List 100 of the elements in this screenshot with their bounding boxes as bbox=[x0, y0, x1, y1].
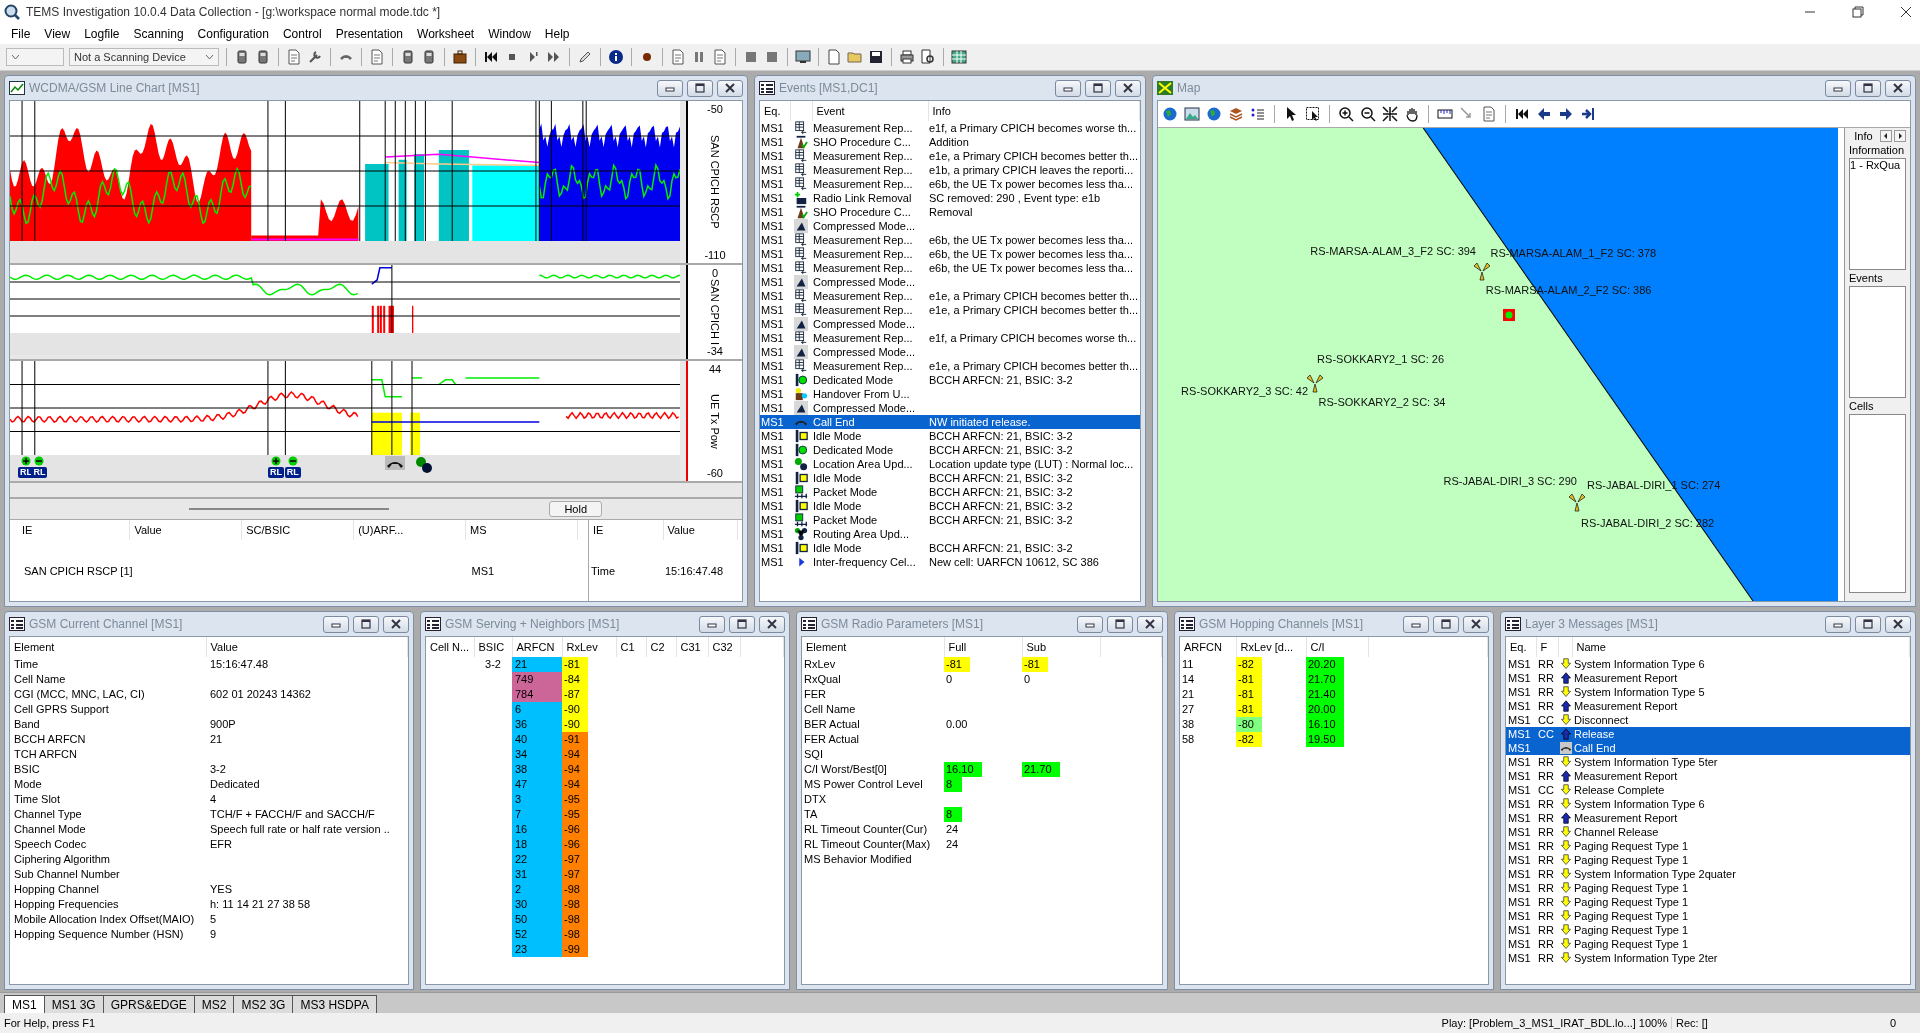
table-row[interactable]: MS1 CC Release Complete bbox=[1506, 783, 1910, 797]
table-row[interactable]: MS1 RR System Information Type 6 bbox=[1506, 797, 1910, 811]
maximize-button[interactable] bbox=[353, 615, 379, 633]
table-row[interactable]: MS1 Measurement Rep... e6b, the UE Tx power becomes less tha... bbox=[760, 233, 1140, 247]
column-header[interactable]: Value bbox=[663, 520, 738, 540]
table-row[interactable]: MS1 RR Measurement Report bbox=[1506, 699, 1910, 713]
table-row[interactable]: MS1 RR Measurement Report bbox=[1506, 811, 1910, 825]
table-row[interactable]: MS1 Compressed Mode... bbox=[760, 219, 1140, 233]
document-icon[interactable] bbox=[1481, 106, 1497, 122]
column-header[interactable]: C2 bbox=[646, 637, 676, 657]
restore-icon[interactable] bbox=[1852, 6, 1864, 18]
table-row[interactable]: MS1 RR Paging Request Type 1 bbox=[1506, 937, 1910, 951]
worksheet-tab[interactable]: MS2 bbox=[193, 995, 235, 1013]
table-row[interactable]: MS1 Measurement Rep... e1f, a Primary CPICH becomes worse th... bbox=[760, 331, 1140, 345]
menu-item[interactable]: File bbox=[4, 27, 38, 41]
table-row[interactable]: MS1 RR Paging Request Type 1 bbox=[1506, 923, 1910, 937]
phone-icon[interactable] bbox=[400, 49, 416, 65]
close-button[interactable] bbox=[383, 615, 409, 633]
table-row[interactable]: MS1 Measurement Rep... e6b, the UE Tx power becomes less tha... bbox=[760, 177, 1140, 191]
column-header[interactable]: C32 bbox=[708, 637, 740, 657]
maximize-button[interactable] bbox=[687, 79, 713, 97]
close-button[interactable] bbox=[759, 615, 785, 633]
column-header[interactable]: Value bbox=[206, 637, 408, 657]
hold-button[interactable]: Hold bbox=[549, 501, 602, 517]
column-header[interactable]: (U)ARF... bbox=[353, 520, 466, 540]
column-header[interactable]: IE bbox=[588, 520, 663, 540]
skip-forward-icon[interactable] bbox=[1580, 106, 1596, 122]
close-button[interactable] bbox=[717, 79, 743, 97]
menu-item[interactable]: Logfile bbox=[77, 27, 127, 41]
monitor-icon[interactable] bbox=[795, 49, 811, 65]
maximize-button[interactable] bbox=[729, 615, 755, 633]
column-header[interactable]: Element bbox=[10, 637, 206, 657]
worksheet-tab[interactable]: MS3 HSDPA bbox=[292, 995, 377, 1013]
table-row[interactable]: MS1 RR Paging Request Type 1 bbox=[1506, 881, 1910, 895]
arrow-right-icon[interactable] bbox=[1558, 106, 1574, 122]
column-header[interactable]: Element bbox=[802, 637, 944, 657]
table-row[interactable]: MS1 Idle Mode BCCH ARFCN: 21, BSIC: 3-2 bbox=[760, 429, 1140, 443]
menu-item[interactable]: Window bbox=[481, 27, 538, 41]
square-icon[interactable] bbox=[764, 49, 780, 65]
skip-back-icon[interactable] bbox=[483, 49, 499, 65]
column-header[interactable]: C1 bbox=[616, 637, 646, 657]
table-row[interactable]: MS1 SHO Procedure C... Addition bbox=[760, 135, 1140, 149]
table-row[interactable]: MS1 Measurement Rep... e1e, a Primary CPICH becomes better th... bbox=[760, 303, 1140, 317]
printer-icon[interactable] bbox=[899, 49, 915, 65]
table-row[interactable]: MS1 Idle Mode BCCH ARFCN: 21, BSIC: 3-2 bbox=[760, 541, 1140, 555]
info-icon[interactable] bbox=[608, 49, 624, 65]
menu-item[interactable]: View bbox=[37, 27, 78, 41]
image-icon[interactable] bbox=[1184, 106, 1200, 122]
column-header[interactable]: BSIC bbox=[474, 637, 512, 657]
column-header[interactable]: Info bbox=[928, 101, 1140, 121]
selection-icon[interactable] bbox=[1305, 106, 1321, 122]
column-header[interactable]: Value bbox=[129, 520, 242, 540]
phone-icon[interactable] bbox=[234, 49, 250, 65]
table-row[interactable]: MS1 Call End bbox=[1506, 741, 1910, 755]
column-header[interactable]: Eq. bbox=[760, 101, 790, 121]
table-row[interactable]: MS1 Call End NW initiated release. bbox=[760, 415, 1140, 429]
menu-item[interactable]: Help bbox=[537, 27, 577, 41]
column-header[interactable]: Eq. bbox=[1506, 637, 1536, 657]
table-row[interactable]: MS1 Compressed Mode... bbox=[760, 401, 1140, 415]
table-row[interactable]: MS1 Packet Mode BCCH ARFCN: 21, BSIC: 3-2 bbox=[760, 513, 1140, 527]
phone-icon[interactable] bbox=[255, 49, 271, 65]
table-row[interactable]: MS1 Radio Link Removal SC removed: 290 , Event type: e1b bbox=[760, 191, 1140, 205]
maximize-button[interactable] bbox=[1855, 615, 1881, 633]
table-row[interactable]: MS1 Handover From U... bbox=[760, 387, 1140, 401]
table-row[interactable]: MS1 RR Paging Request Type 1 bbox=[1506, 895, 1910, 909]
worksheet-tab[interactable]: GPRS&EDGE bbox=[102, 995, 195, 1013]
table-row[interactable]: MS1 Compressed Mode... bbox=[760, 275, 1140, 289]
table-row[interactable]: MS1 RR System Information Type 2quater bbox=[1506, 867, 1910, 881]
table-row[interactable]: MS1 RR Channel Release bbox=[1506, 825, 1910, 839]
table-row[interactable]: MS1 Measurement Rep... e1b, a primary CPICH leaves the reporti... bbox=[760, 163, 1140, 177]
close-button[interactable] bbox=[1885, 615, 1911, 633]
zoom-out-icon[interactable] bbox=[1360, 106, 1376, 122]
menu-item[interactable]: Control bbox=[275, 27, 329, 41]
globe-icon[interactable] bbox=[1206, 106, 1222, 122]
pen-icon[interactable] bbox=[577, 49, 593, 65]
table-row[interactable]: MS1 Idle Mode BCCH ARFCN: 21, BSIC: 3-2 bbox=[760, 499, 1140, 513]
column-header[interactable]: C31 bbox=[676, 637, 708, 657]
list-item[interactable]: 1 - RxQua bbox=[1850, 159, 1905, 171]
worksheet-tab[interactable]: MS2 3G bbox=[233, 995, 294, 1013]
ruler-icon[interactable] bbox=[1437, 106, 1453, 122]
phone-icon[interactable] bbox=[421, 49, 437, 65]
layers-icon[interactable] bbox=[1228, 106, 1244, 122]
cells-list[interactable] bbox=[1849, 414, 1906, 593]
table-row[interactable]: MS1 Compressed Mode... bbox=[760, 317, 1140, 331]
fast-forward-icon[interactable] bbox=[546, 49, 562, 65]
globe-icon[interactable] bbox=[1162, 106, 1178, 122]
table-row[interactable]: MS1 CC Release bbox=[1506, 727, 1910, 741]
table-row[interactable]: MS1 Measurement Rep... e6b, the UE Tx power becomes less tha... bbox=[760, 247, 1140, 261]
table-row[interactable]: MS1 Idle Mode BCCH ARFCN: 21, BSIC: 3-2 bbox=[760, 471, 1140, 485]
maximize-button[interactable] bbox=[1855, 79, 1881, 97]
arrow-left-icon[interactable] bbox=[1880, 130, 1892, 142]
column-header[interactable]: Name bbox=[1572, 637, 1910, 657]
close-button[interactable] bbox=[1115, 79, 1141, 97]
wrench-icon[interactable] bbox=[307, 49, 323, 65]
scanning-device-dropdown[interactable]: Not a Scanning Device bbox=[69, 48, 219, 66]
arrow-right-icon[interactable] bbox=[1894, 130, 1906, 142]
maximize-button[interactable] bbox=[1085, 79, 1111, 97]
new-file-icon[interactable] bbox=[826, 49, 842, 65]
zoom-in-icon[interactable] bbox=[1338, 106, 1354, 122]
column-header[interactable]: SC/BSIC bbox=[241, 520, 354, 540]
